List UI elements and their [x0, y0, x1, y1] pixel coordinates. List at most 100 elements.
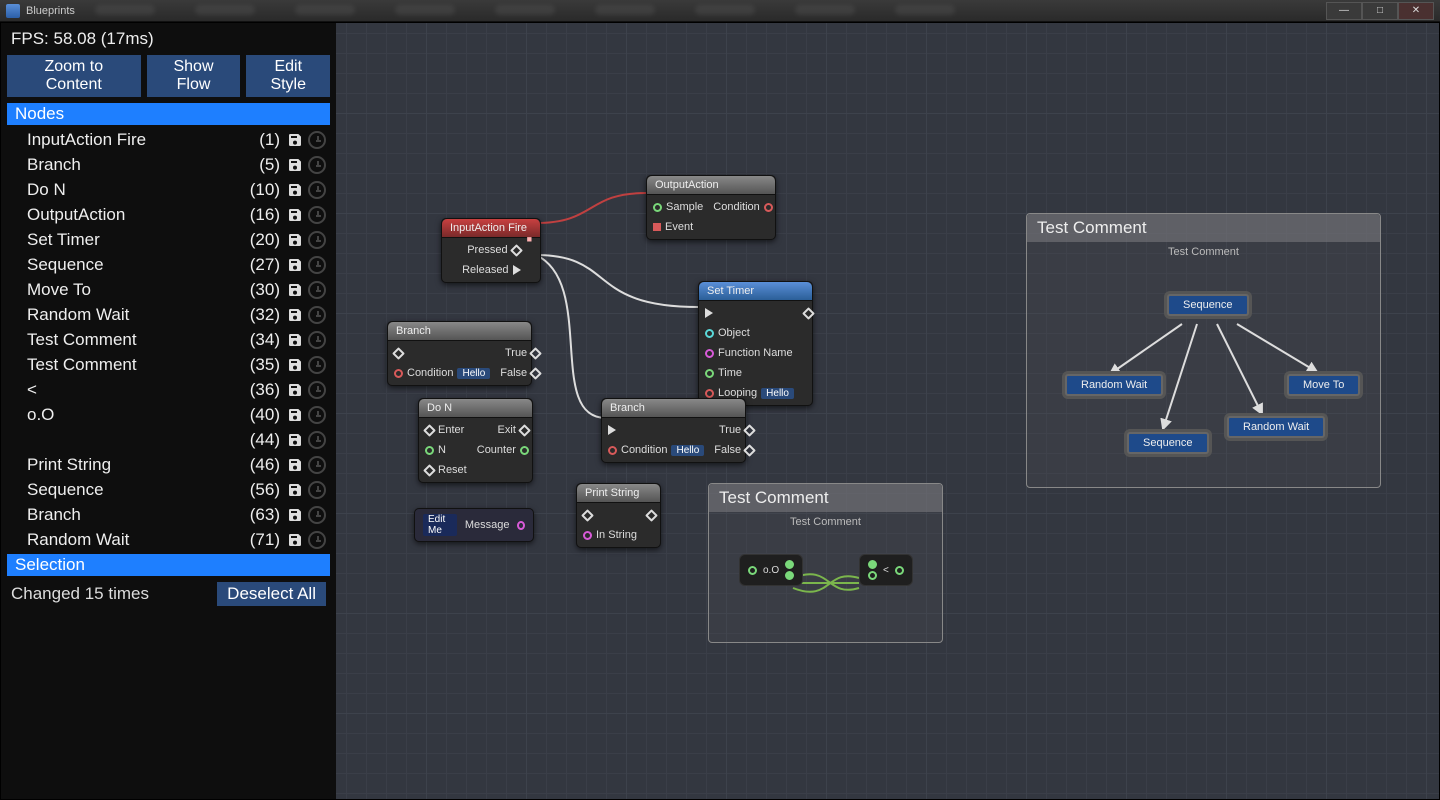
event-pin-icon[interactable]	[653, 223, 661, 231]
save-icon[interactable]	[286, 356, 304, 374]
history-icon[interactable]	[308, 256, 326, 274]
save-icon[interactable]	[286, 406, 304, 424]
pin-value[interactable]: Hello	[761, 388, 794, 399]
data-pin-icon[interactable]	[868, 560, 877, 569]
exec-pin-icon[interactable]	[802, 307, 815, 320]
node-edit-me[interactable]: Edit Me Message	[414, 508, 534, 542]
node-list-item[interactable]: Test Comment(35)	[7, 352, 330, 377]
deselect-all-button[interactable]: Deselect All	[217, 582, 326, 606]
save-icon[interactable]	[286, 206, 304, 224]
node-header[interactable]: Do N	[419, 399, 532, 418]
mini-node-move-to[interactable]: Move To	[1287, 374, 1360, 396]
node-output-action[interactable]: OutputAction Sample Event Condition	[646, 175, 776, 240]
node-do-n[interactable]: Do N Enter N Reset Exit Counter	[418, 398, 533, 483]
save-icon[interactable]	[286, 506, 304, 524]
minimize-button[interactable]: —	[1326, 2, 1362, 20]
node-header[interactable]: InputAction Fire ■	[442, 219, 540, 238]
exec-pin-icon[interactable]	[510, 244, 523, 257]
node-oO[interactable]: o.O	[739, 554, 803, 586]
save-icon[interactable]	[286, 331, 304, 349]
data-pin-icon[interactable]	[705, 389, 714, 398]
history-icon[interactable]	[308, 356, 326, 374]
save-icon[interactable]	[286, 281, 304, 299]
show-flow-button[interactable]: Show Flow	[147, 55, 241, 97]
node-list-item[interactable]: Do N(10)	[7, 177, 330, 202]
node-header[interactable]: Print String	[577, 484, 660, 503]
save-icon[interactable]	[286, 131, 304, 149]
mini-node-sequence[interactable]: Sequence	[1167, 294, 1249, 316]
close-button[interactable]: ✕	[1398, 2, 1434, 20]
node-list-item[interactable]: Branch(5)	[7, 152, 330, 177]
exec-pin-icon[interactable]	[608, 425, 616, 435]
node-list-item[interactable]: OutputAction(16)	[7, 202, 330, 227]
data-pin-icon[interactable]	[868, 571, 877, 580]
history-icon[interactable]	[308, 531, 326, 549]
node-list-item[interactable]: Set Timer(20)	[7, 227, 330, 252]
maximize-button[interactable]: □	[1362, 2, 1398, 20]
save-icon[interactable]	[286, 481, 304, 499]
exec-pin-icon[interactable]	[529, 347, 542, 360]
exec-pin-icon[interactable]	[705, 308, 713, 318]
comment-box-2[interactable]: Test Comment Test Comment Sequence Rando…	[1026, 213, 1381, 488]
edit-style-button[interactable]: Edit Style	[246, 55, 330, 97]
save-icon[interactable]	[286, 306, 304, 324]
exec-pin-icon[interactable]	[423, 424, 436, 437]
data-pin-icon[interactable]	[895, 566, 904, 575]
exec-pin-icon[interactable]	[529, 367, 542, 380]
node-header[interactable]: Set Timer	[699, 282, 812, 301]
node-header[interactable]: Branch	[388, 322, 531, 341]
exec-pin-icon[interactable]	[743, 424, 756, 437]
save-icon[interactable]	[286, 431, 304, 449]
history-icon[interactable]	[308, 456, 326, 474]
data-pin-icon[interactable]	[583, 531, 592, 540]
data-pin-icon[interactable]	[785, 571, 794, 580]
node-list-item[interactable]: InputAction Fire(1)	[7, 127, 330, 152]
node-list-item[interactable]: o.O(40)	[7, 402, 330, 427]
data-pin-icon[interactable]	[764, 203, 773, 212]
exec-pin-icon[interactable]	[423, 464, 436, 477]
graph-canvas[interactable]: InputAction Fire ■ Pressed Released Outp…	[336, 23, 1439, 799]
save-icon[interactable]	[286, 531, 304, 549]
node-less[interactable]: <	[859, 554, 913, 586]
node-set-timer[interactable]: Set Timer Object Function Name Time Loop…	[698, 281, 813, 406]
save-icon[interactable]	[286, 256, 304, 274]
data-pin-icon[interactable]	[608, 446, 617, 455]
node-list-item[interactable]: Test Comment(34)	[7, 327, 330, 352]
zoom-to-content-button[interactable]: Zoom to Content	[7, 55, 141, 97]
exec-pin-icon[interactable]	[518, 424, 531, 437]
data-pin-icon[interactable]	[705, 329, 714, 338]
history-icon[interactable]	[308, 206, 326, 224]
pin-value[interactable]: Hello	[457, 368, 490, 379]
exec-pin-icon[interactable]	[645, 509, 658, 522]
node-list-item[interactable]: Branch(63)	[7, 502, 330, 527]
mini-node-random-wait[interactable]: Random Wait	[1065, 374, 1163, 396]
node-list-item[interactable]: Move To(30)	[7, 277, 330, 302]
data-pin-icon[interactable]	[785, 560, 794, 569]
history-icon[interactable]	[308, 156, 326, 174]
history-icon[interactable]	[308, 431, 326, 449]
save-icon[interactable]	[286, 156, 304, 174]
data-pin-icon[interactable]	[653, 203, 662, 212]
data-pin-icon[interactable]	[705, 369, 714, 378]
node-list-item[interactable]: Random Wait(71)	[7, 527, 330, 552]
comment-box-1[interactable]: Test Comment Test Comment o.O <	[708, 483, 943, 643]
history-icon[interactable]	[308, 381, 326, 399]
node-list-item[interactable]: Sequence(56)	[7, 477, 330, 502]
history-icon[interactable]	[308, 131, 326, 149]
node-list-item[interactable]: (44)	[7, 427, 330, 452]
exec-pin-icon[interactable]	[513, 265, 521, 275]
data-pin-icon[interactable]	[394, 369, 403, 378]
node-list-item[interactable]: <(36)	[7, 377, 330, 402]
data-pin-icon[interactable]	[425, 446, 434, 455]
exec-pin-icon[interactable]	[581, 509, 594, 522]
history-icon[interactable]	[308, 481, 326, 499]
data-pin-icon[interactable]	[748, 566, 757, 575]
history-icon[interactable]	[308, 181, 326, 199]
node-header[interactable]: Branch	[602, 399, 745, 418]
comment-title[interactable]: Test Comment	[1027, 214, 1380, 242]
node-branch-1[interactable]: Branch ConditionHello True False	[387, 321, 532, 386]
node-print-string[interactable]: Print String In String	[576, 483, 661, 548]
history-icon[interactable]	[308, 406, 326, 424]
data-pin-icon[interactable]	[520, 446, 529, 455]
mini-node-sequence-2[interactable]: Sequence	[1127, 432, 1209, 454]
